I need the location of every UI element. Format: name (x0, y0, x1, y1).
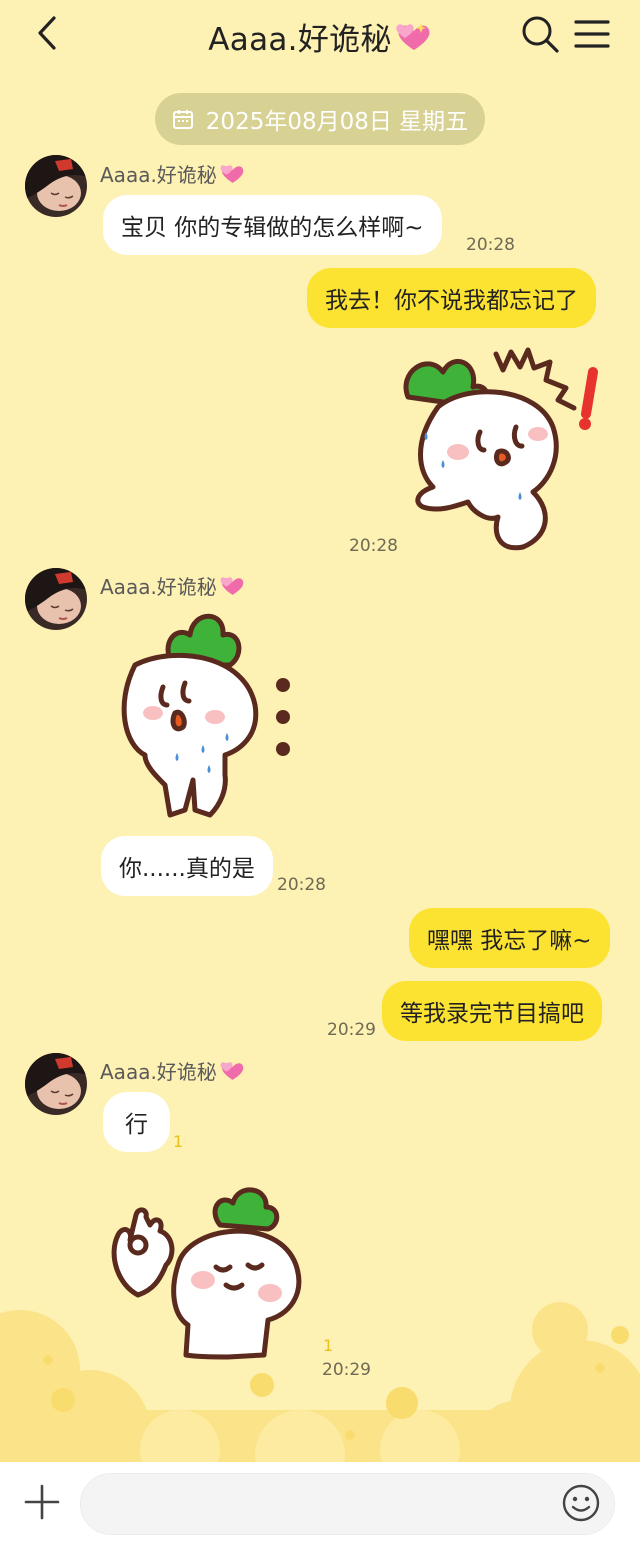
emoji-button[interactable] (561, 1483, 601, 1523)
background-bubbles-decoration (0, 1302, 640, 1465)
unread-count: 1 (323, 1336, 334, 1355)
avatar-photo (25, 1053, 87, 1115)
my-message-bubble[interactable]: 我去！你不说我都忘记了 (307, 268, 596, 328)
date-divider: 2025年08月08日 星期五 (155, 93, 485, 145)
message-time: 20:29 (327, 1020, 376, 1040)
my-message-bubble[interactable]: 嘿嘿 我忘了嘛~ (409, 908, 610, 968)
contact-avatar[interactable] (25, 1053, 87, 1115)
sender-name: Aaaa.好诡秘 (100, 571, 245, 600)
message-bubble[interactable]: 宝贝 你的专辑做的怎么样啊~ (103, 195, 442, 255)
plus-button[interactable] (22, 1482, 62, 1522)
sender-name-text: Aaaa.好诡秘 (100, 575, 217, 599)
emoji-smile-icon (562, 1484, 600, 1522)
hamburger-menu-icon (574, 20, 610, 48)
message-input[interactable] (80, 1473, 615, 1535)
message-time: 20:28 (466, 235, 515, 255)
avatar-photo (25, 568, 87, 630)
sender-name-text: Aaaa.好诡秘 (100, 1060, 217, 1084)
sender-name-text: Aaaa.好诡秘 (100, 163, 217, 187)
message-text: 嘿嘿 我忘了嘛~ (427, 928, 592, 954)
unread-count: 1 (173, 1132, 184, 1151)
message-text: 等我录完节目搞吧 (400, 1001, 584, 1027)
radish-ok-gesture-sticker[interactable] (108, 1185, 308, 1365)
message-text: 宝贝 你的专辑做的怎么样啊~ (121, 215, 424, 241)
message-time: 20:28 (349, 536, 398, 556)
pink-hearts-emoji-icon (220, 577, 244, 595)
contact-avatar[interactable] (25, 568, 87, 630)
search-button[interactable] (516, 10, 564, 58)
message-text: 行 (125, 1112, 148, 1138)
radish-shocked-sticker[interactable] (398, 342, 618, 557)
radish-crying-ellipsis-sticker[interactable] (115, 605, 305, 830)
pink-hearts-emoji-icon (395, 23, 430, 50)
calendar-icon (172, 110, 193, 129)
pink-hearts-emoji-icon (220, 165, 244, 183)
date-divider-text: 2025年08月08日 星期五 (205, 109, 469, 135)
menu-button[interactable] (570, 12, 614, 56)
my-message-bubble[interactable]: 等我录完节目搞吧 (382, 981, 602, 1041)
message-bubble[interactable]: 行 (103, 1092, 170, 1152)
message-bubble[interactable]: 你......真的是 (101, 836, 273, 896)
message-text: 你......真的是 (119, 856, 255, 882)
search-icon (522, 16, 559, 53)
pink-hearts-emoji-icon (220, 1062, 244, 1080)
avatar-photo (25, 155, 87, 217)
contact-avatar[interactable] (25, 155, 87, 217)
plus-icon (24, 1484, 60, 1520)
sender-name: Aaaa.好诡秘 (100, 159, 245, 188)
message-time: 20:28 (277, 875, 326, 895)
chat-title-text: Aaaa.好诡秘 (208, 22, 392, 58)
message-text: 我去！你不说我都忘记了 (325, 288, 578, 314)
sender-name: Aaaa.好诡秘 (100, 1056, 245, 1085)
message-time: 20:29 (322, 1360, 371, 1380)
